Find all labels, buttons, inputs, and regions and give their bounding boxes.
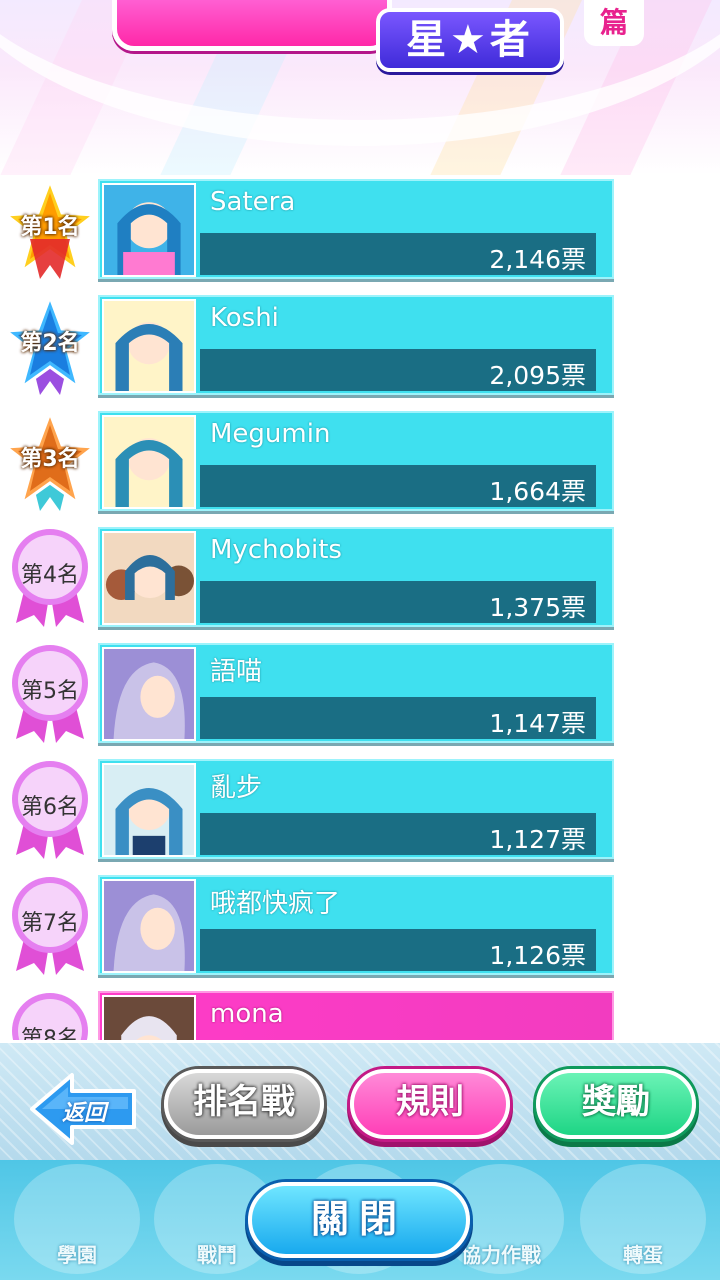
player-avatar[interactable] bbox=[102, 763, 196, 857]
ranking-list[interactable]: 第1名 Satera 2,146票 第2名 Koshi 2,095票 第3名 M… bbox=[0, 175, 720, 1040]
character-portrait-icon bbox=[104, 765, 194, 855]
ranking-row-self[interactable]: 第8名 mona bbox=[0, 987, 720, 1040]
character-portrait-icon bbox=[104, 997, 194, 1040]
rank-label: 第8名 bbox=[21, 1027, 79, 1040]
player-name: 哦都快疯了 bbox=[210, 889, 341, 919]
player-avatar[interactable] bbox=[102, 299, 196, 393]
banner-title-bar bbox=[112, 0, 392, 51]
ranking-row[interactable]: 第3名 Megumin 1,664票 bbox=[0, 407, 720, 517]
player-name: Megumin bbox=[210, 419, 331, 449]
ranking-battle-button[interactable]: 排名戰 bbox=[164, 1069, 324, 1139]
vote-bar: 1,375票 bbox=[200, 581, 596, 623]
player-name: 亂步 bbox=[210, 773, 263, 803]
nav-label: 學園 bbox=[57, 1243, 97, 1267]
vote-bar: 2,146票 bbox=[200, 233, 596, 275]
action-bar: 返回 排名戰 規則 獎勵 bbox=[0, 1040, 720, 1163]
player-card[interactable]: Koshi 2,095票 bbox=[98, 295, 614, 395]
rewards-button[interactable]: 獎勵 bbox=[536, 1069, 696, 1139]
player-avatar[interactable] bbox=[102, 647, 196, 741]
player-card[interactable]: Megumin 1,664票 bbox=[98, 411, 614, 511]
rank-badge-ribbon: 第8名 bbox=[6, 991, 94, 1040]
player-name: Mychobits bbox=[210, 535, 342, 565]
rank-label: 第4名 bbox=[21, 563, 79, 588]
character-portrait-icon bbox=[104, 301, 194, 391]
player-card[interactable]: 語喵 1,147票 bbox=[98, 643, 614, 743]
rank-badge-blue: 第2名 bbox=[6, 295, 94, 395]
vote-count: 1,126票 bbox=[489, 941, 586, 970]
close-button[interactable]: 關閉 bbox=[248, 1182, 470, 1258]
vote-bar: 1,127票 bbox=[200, 813, 596, 855]
rank-label: 第1名 bbox=[20, 215, 80, 240]
vote-bar: 1,147票 bbox=[200, 697, 596, 739]
player-name: Satera bbox=[210, 187, 296, 217]
player-card[interactable]: 亂步 1,127票 bbox=[98, 759, 614, 859]
rank-label: 第6名 bbox=[21, 795, 79, 820]
ranking-row[interactable]: 第6名 亂步 1,127票 bbox=[0, 755, 720, 865]
player-name: mona bbox=[210, 999, 284, 1029]
nav-label: 轉蛋 bbox=[623, 1243, 663, 1267]
vote-count: 1,375票 bbox=[489, 593, 586, 622]
player-card[interactable]: Mychobits 1,375票 bbox=[98, 527, 614, 627]
character-portrait-icon bbox=[104, 185, 194, 275]
rank-label: 第5名 bbox=[21, 679, 79, 704]
vote-count: 1,664票 bbox=[489, 477, 586, 506]
banner-subtitle: 星★者 bbox=[376, 8, 564, 72]
player-name: 語喵 bbox=[210, 657, 263, 687]
nav-gacha[interactable]: 轉蛋 bbox=[580, 1164, 706, 1274]
nav-academy[interactable]: 學園 bbox=[14, 1164, 140, 1274]
player-card[interactable]: 哦都快疯了 1,126票 bbox=[98, 875, 614, 975]
rank-label: 第3名 bbox=[20, 447, 80, 472]
rules-button[interactable]: 規則 bbox=[350, 1069, 510, 1139]
vote-count: 2,146票 bbox=[489, 245, 586, 274]
ranking-row[interactable]: 第1名 Satera 2,146票 bbox=[0, 175, 720, 285]
player-avatar[interactable] bbox=[102, 415, 196, 509]
vote-bar: 1,664票 bbox=[200, 465, 596, 507]
character-portrait-icon bbox=[104, 649, 194, 739]
ranking-row[interactable]: 第5名 語喵 1,147票 bbox=[0, 639, 720, 749]
player-avatar[interactable] bbox=[102, 995, 196, 1040]
rank-label: 第2名 bbox=[20, 331, 80, 356]
rank-label: 第7名 bbox=[21, 911, 79, 936]
rank-badge-ribbon: 第6名 bbox=[6, 759, 94, 859]
vote-count: 2,095票 bbox=[489, 361, 586, 390]
event-banner: 星★者 篇 bbox=[0, 0, 720, 175]
player-name: Koshi bbox=[210, 303, 279, 333]
banner-corner-label: 篇 bbox=[584, 0, 644, 46]
rank-badge-ribbon: 第4名 bbox=[6, 527, 94, 627]
player-avatar[interactable] bbox=[102, 183, 196, 277]
rank-badge-ribbon: 第5名 bbox=[6, 643, 94, 743]
rank-badge-ribbon: 第7名 bbox=[6, 875, 94, 975]
player-card[interactable]: Satera 2,146票 bbox=[98, 179, 614, 279]
ranking-row[interactable]: 第4名 Mychobits 1,375票 bbox=[0, 523, 720, 633]
bottom-navigation: 學園 戰鬥 組隊·武器 協力作戰 轉蛋 關閉 bbox=[0, 1160, 720, 1280]
player-card[interactable]: mona bbox=[98, 991, 614, 1040]
rank-badge-orange: 第3名 bbox=[6, 411, 94, 511]
rank-badge-gold: 第1名 bbox=[6, 179, 94, 279]
ranking-row[interactable]: 第2名 Koshi 2,095票 bbox=[0, 291, 720, 401]
vote-count: 1,147票 bbox=[489, 709, 586, 738]
back-button[interactable]: 返回 bbox=[28, 1071, 138, 1147]
ranking-row[interactable]: 第7名 哦都快疯了 1,126票 bbox=[0, 871, 720, 981]
vote-bar: 2,095票 bbox=[200, 349, 596, 391]
player-avatar[interactable] bbox=[102, 531, 196, 625]
character-portrait-icon bbox=[104, 417, 194, 507]
character-portrait-icon bbox=[104, 881, 194, 971]
vote-count: 1,127票 bbox=[489, 825, 586, 854]
back-label: 返回 bbox=[62, 1101, 107, 1126]
vote-bar: 1,126票 bbox=[200, 929, 596, 971]
character-portrait-icon bbox=[104, 533, 194, 623]
player-avatar[interactable] bbox=[102, 879, 196, 973]
